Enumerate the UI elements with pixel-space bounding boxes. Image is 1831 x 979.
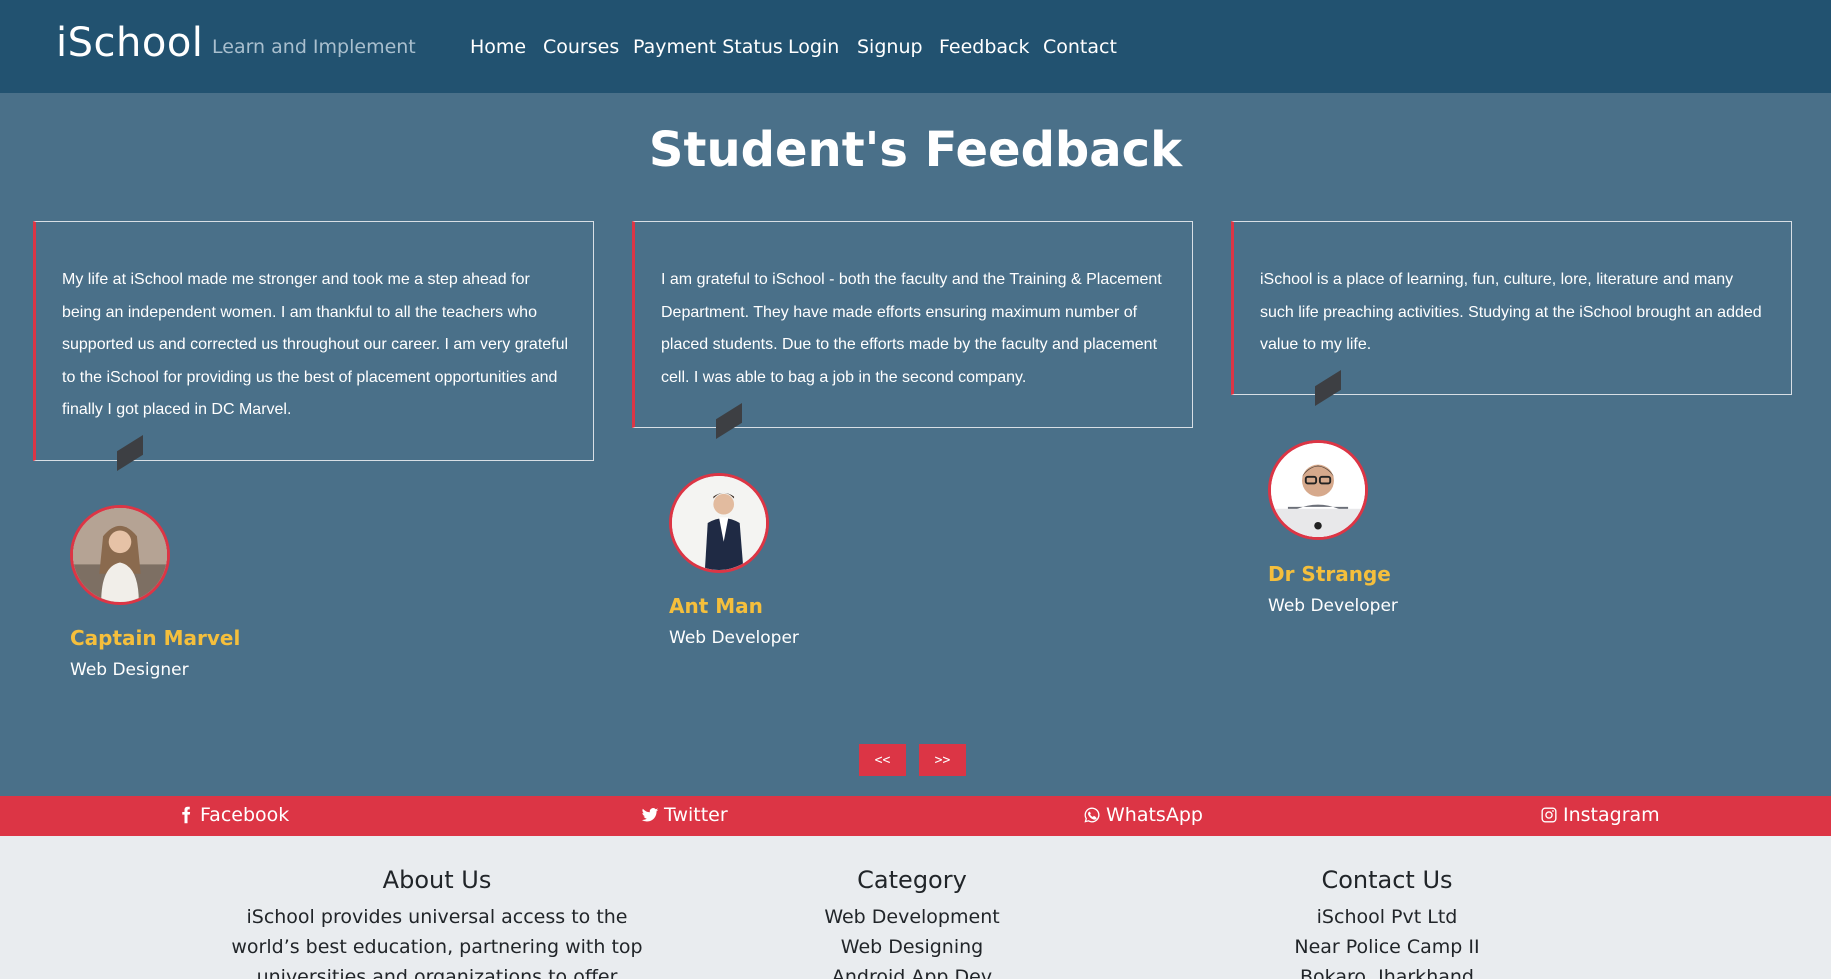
footer-contact: Contact Us iSchool Pvt Ltd Near Police C…: [1237, 866, 1537, 979]
avatar-dr-strange: [1268, 440, 1368, 540]
brand-tagline: Learn and Implement: [212, 36, 416, 58]
quote-box: My life at iSchool made me stronger and …: [33, 221, 594, 461]
quote-box: I am grateful to iSchool - both the facu…: [632, 221, 1193, 428]
quote-text: iSchool is a place of learning, fun, cul…: [1260, 271, 1762, 353]
social-bar: Facebook Twitter WhatsApp Instagram: [0, 796, 1831, 836]
social-label: WhatsApp: [1106, 804, 1203, 826]
footer-category: Category Web Development Web Designing A…: [762, 866, 1062, 979]
social-link-whatsapp[interactable]: WhatsApp: [1083, 804, 1203, 826]
person-photo-icon: [672, 476, 766, 570]
facebook-icon: [182, 806, 191, 824]
carousel-next-button[interactable]: >>: [919, 744, 966, 776]
nav-link-login[interactable]: Login: [788, 36, 839, 58]
whatsapp-icon: [1084, 807, 1100, 823]
navbar: iSchool Learn and Implement Home Courses…: [0, 0, 1831, 93]
instagram-icon: [1541, 807, 1557, 823]
footer-contact-line: iSchool Pvt Ltd: [1316, 906, 1458, 928]
social-label: Facebook: [200, 804, 290, 826]
nav-link-payment-status[interactable]: Payment Status: [633, 36, 783, 58]
nav-link-feedback[interactable]: Feedback: [939, 36, 1029, 58]
twitter-icon: [641, 808, 659, 822]
quote-box: iSchool is a place of learning, fun, cul…: [1231, 221, 1792, 395]
social-link-twitter[interactable]: Twitter: [641, 804, 728, 826]
footer-about-text: iSchool provides universal access to the…: [231, 906, 643, 979]
social-link-instagram[interactable]: Instagram: [1540, 804, 1660, 826]
person-name: Ant Man: [669, 594, 763, 618]
quote-text: My life at iSchool made me stronger and …: [62, 271, 569, 418]
person-name: Captain Marvel: [70, 626, 241, 650]
nav-link-contact[interactable]: Contact: [1043, 36, 1117, 58]
avatar-ant-man: [669, 473, 769, 573]
social-label: Instagram: [1563, 804, 1660, 826]
person-role: Web Developer: [669, 628, 799, 648]
quote-text: I am grateful to iSchool - both the facu…: [661, 271, 1162, 386]
carousel-prev-button[interactable]: <<: [859, 744, 906, 776]
person-role: Web Designer: [70, 660, 189, 680]
footer-category-link[interactable]: Web Designing: [762, 932, 1062, 962]
person-name: Dr Strange: [1268, 562, 1391, 586]
person-photo-icon: [1271, 443, 1365, 537]
footer-category-link[interactable]: Android App Dev: [762, 962, 1062, 979]
footer-about-title: About Us: [382, 866, 492, 894]
nav-link-home[interactable]: Home: [470, 36, 526, 58]
footer-contact-line: Near Police Camp II: [1294, 936, 1480, 958]
nav-link-signup[interactable]: Signup: [857, 36, 923, 58]
footer-category-link[interactable]: Web Development: [762, 902, 1062, 932]
footer: About Us iSchool provides universal acce…: [0, 836, 1831, 979]
footer-category-title: Category: [857, 866, 967, 894]
social-link-facebook[interactable]: Facebook: [177, 804, 289, 826]
person-photo-icon: [73, 508, 167, 602]
avatar-captain-marvel: [70, 505, 170, 605]
brand-logo[interactable]: iSchool: [56, 20, 203, 66]
footer-contact-title: Contact Us: [1321, 866, 1453, 894]
footer-contact-line: Bokaro, Jharkhand: [1300, 966, 1474, 979]
social-label: Twitter: [664, 804, 728, 826]
page-title: Student's Feedback: [648, 122, 1183, 178]
footer-about: About Us iSchool provides universal acce…: [222, 866, 652, 979]
nav-link-courses[interactable]: Courses: [543, 36, 619, 58]
person-role: Web Developer: [1268, 596, 1398, 616]
